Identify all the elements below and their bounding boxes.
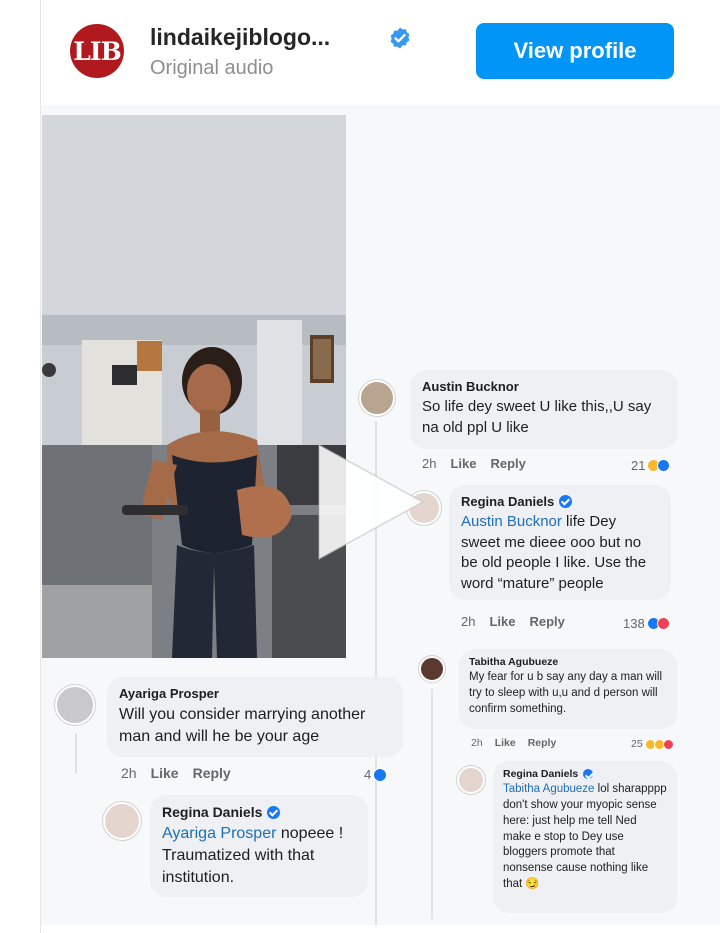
comment-body: lol sharapppp don't show your myopic sen… xyxy=(503,783,667,891)
reaction-count-text: 25 xyxy=(631,738,643,750)
comment-bubble: Regina Daniels Austin Bucknor life Dey s… xyxy=(449,485,671,600)
play-icon[interactable] xyxy=(311,437,431,567)
comment-author[interactable]: Austin Bucknor xyxy=(422,379,666,394)
reaction-count[interactable]: 25 xyxy=(631,738,674,750)
avatar[interactable] xyxy=(103,802,141,840)
comment-text: My fear for u b say any day a man will t… xyxy=(469,671,663,715)
verified-icon xyxy=(559,495,573,508)
mention-link[interactable]: Tabitha Agubueze xyxy=(503,783,594,795)
video-media[interactable]: Austin Bucknor So life dey sweet U like … xyxy=(41,105,720,925)
comment-actions: 2h Like Reply xyxy=(471,737,556,749)
author-name[interactable]: Regina Daniels xyxy=(503,768,578,780)
avatar[interactable] xyxy=(359,380,395,416)
comment-time: 2h xyxy=(121,765,137,781)
comment-actions: 2h Like Reply xyxy=(461,614,565,629)
verified-badge-icon xyxy=(390,27,410,49)
love-reaction-icon xyxy=(662,738,674,750)
like-button[interactable]: Like xyxy=(450,456,476,471)
author-name[interactable]: Ayariga Prosper xyxy=(119,686,219,701)
avatar[interactable] xyxy=(457,766,485,794)
avatar[interactable] xyxy=(419,656,445,682)
reaction-count-text: 138 xyxy=(623,616,645,631)
comment-time: 2h xyxy=(461,614,476,629)
verified-icon xyxy=(267,805,281,819)
comment-text: Will you consider marrying another man a… xyxy=(119,706,366,746)
reaction-count-text: 21 xyxy=(631,458,646,473)
like-reaction-icon xyxy=(373,767,388,782)
reaction-count[interactable]: 138 xyxy=(623,616,670,631)
reaction-count-text: 4 xyxy=(364,767,372,782)
comment-author[interactable]: Regina Daniels xyxy=(461,494,659,509)
audio-subtitle[interactable]: Original audio xyxy=(150,57,273,80)
mention-link[interactable]: Austin Bucknor xyxy=(461,513,562,530)
author-name[interactable]: Austin Bucknor xyxy=(422,379,519,394)
comment-time: 2h xyxy=(471,737,483,749)
author-name[interactable]: Regina Daniels xyxy=(162,804,262,820)
like-reaction-icon xyxy=(657,459,671,472)
reply-button[interactable]: Reply xyxy=(490,456,525,471)
comment-author[interactable]: Regina Daniels xyxy=(503,768,667,780)
thread-line xyxy=(431,689,433,919)
comment-text: So life dey sweet U like this,,U say na … xyxy=(422,398,652,436)
comment-author[interactable]: Tabitha Agubueze xyxy=(469,656,667,668)
post-header: LIB lindaikejiblogo... Original audio Vi… xyxy=(40,0,720,105)
like-button[interactable]: Like xyxy=(489,614,515,629)
comment-text: Tabitha Agubueze lol sharapppp don't sho… xyxy=(503,782,667,893)
mention-link[interactable]: Ayariga Prosper xyxy=(162,825,276,842)
comment-bubble: Regina Daniels Ayariga Prosper nopeee ! … xyxy=(150,795,368,897)
reaction-count[interactable]: 4 xyxy=(364,767,388,782)
account-avatar[interactable]: LIB xyxy=(70,24,124,78)
comment-actions: 2h Like Reply xyxy=(422,456,526,471)
comment-bubble: Austin Bucknor So life dey sweet U like … xyxy=(410,370,678,449)
reply-button[interactable]: Reply xyxy=(529,614,564,629)
reaction-count[interactable]: 21 xyxy=(631,458,671,473)
comment-author[interactable]: Ayariga Prosper xyxy=(119,686,391,701)
thread-line xyxy=(75,733,77,773)
video-frame xyxy=(42,115,346,658)
reply-button[interactable]: Reply xyxy=(193,765,231,781)
comment-bubble: Ayariga Prosper Will you consider marryi… xyxy=(107,677,403,757)
avatar[interactable] xyxy=(55,685,95,725)
view-profile-button[interactable]: View profile xyxy=(476,23,674,79)
comment-actions: 2h Like Reply xyxy=(121,765,231,781)
author-name[interactable]: Tabitha Agubueze xyxy=(469,656,558,668)
author-name[interactable]: Regina Daniels xyxy=(461,494,554,509)
like-button[interactable]: Like xyxy=(151,765,179,781)
like-button[interactable]: Like xyxy=(495,737,516,749)
comment-bubble: Tabitha Agubueze My fear for u b say any… xyxy=(459,649,677,729)
account-name[interactable]: lindaikejiblogo... xyxy=(150,24,330,51)
comment-author[interactable]: Regina Daniels xyxy=(162,804,356,820)
comment-text: Ayariga Prosper nopeee ! Traumatized wit… xyxy=(162,823,356,889)
reel-preview: LIB lindaikejiblogo... Original audio Vi… xyxy=(0,0,720,933)
verified-icon xyxy=(583,769,594,779)
reply-button[interactable]: Reply xyxy=(528,737,557,749)
comment-text: Austin Bucknor life Dey sweet me dieee o… xyxy=(461,512,659,595)
comment-bubble: Regina Daniels Tabitha Agubueze lol shar… xyxy=(493,761,677,913)
love-reaction-icon xyxy=(656,617,670,630)
